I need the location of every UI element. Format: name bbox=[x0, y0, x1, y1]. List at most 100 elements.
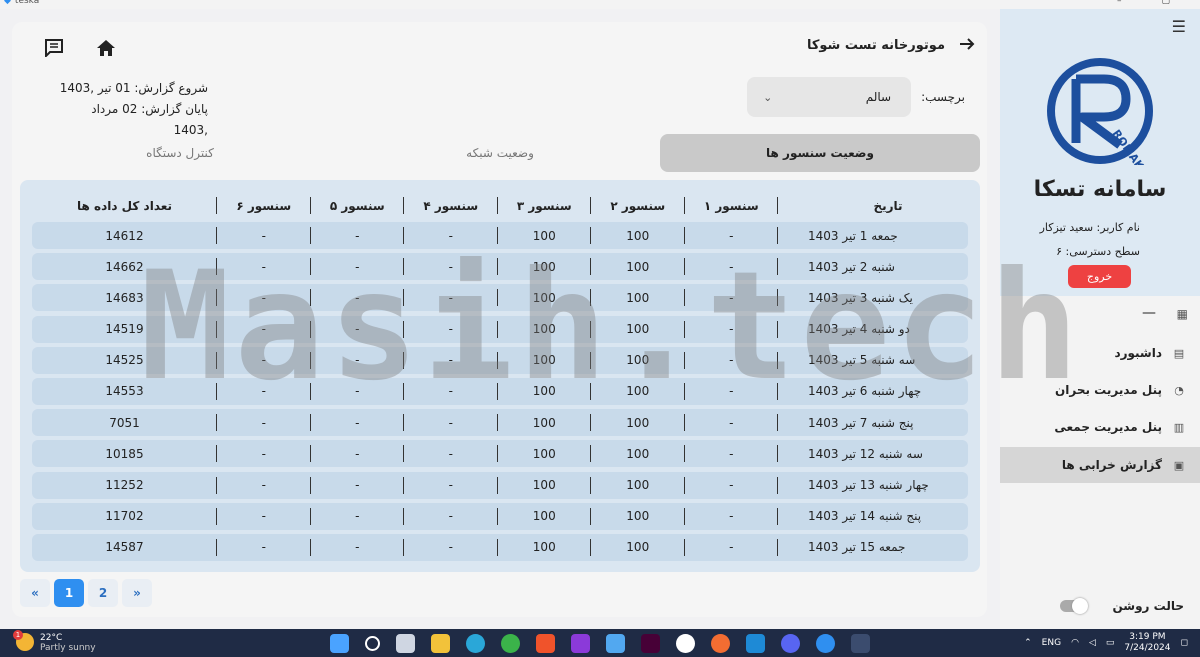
table-cell-value: - bbox=[448, 322, 453, 337]
tab-device-control[interactable]: کنترل دستگاه bbox=[20, 134, 340, 172]
pagination-page[interactable]: 1 bbox=[54, 579, 84, 607]
table-cell: سه شنبه 5 تیر 1403 bbox=[778, 347, 968, 374]
page-title: موتورخانه تست شوکا bbox=[806, 38, 945, 53]
table-cell: 100 bbox=[591, 440, 685, 467]
flutter-icon[interactable] bbox=[851, 634, 870, 653]
message-icon[interactable] bbox=[42, 36, 66, 60]
language-indicator[interactable]: ENG bbox=[1042, 638, 1061, 648]
table-cell: 100 bbox=[498, 253, 592, 280]
table-row: یک شنبه 3 تیر 1403 - 100 100 - - - 14683 bbox=[32, 284, 968, 312]
column-header: سنسور ۵ bbox=[311, 196, 405, 216]
tab-sensor-status[interactable]: وضعیت سنسور ها bbox=[660, 134, 980, 172]
pagination-page[interactable]: 2 bbox=[88, 579, 118, 607]
sidebar-item-dashboard[interactable]: ▤ داشبورد bbox=[1000, 335, 1200, 371]
battery-icon[interactable]: ▭ bbox=[1106, 638, 1115, 648]
volume-icon[interactable]: ◁ bbox=[1089, 638, 1096, 648]
column-header-label: سنسور ۱ bbox=[703, 199, 759, 213]
pagination-next[interactable]: » bbox=[122, 579, 152, 607]
search-icon[interactable] bbox=[365, 636, 380, 651]
chrome-icon[interactable] bbox=[501, 634, 520, 653]
github-icon[interactable] bbox=[676, 634, 695, 653]
weather-widget[interactable]: 1 22°C Partly sunny bbox=[13, 630, 96, 653]
table-cell-value: - bbox=[729, 415, 734, 430]
media-player-icon[interactable] bbox=[571, 634, 590, 653]
table-cell: - bbox=[685, 378, 779, 405]
table-cell-value: 100 bbox=[626, 290, 650, 305]
table-cell: 14525 bbox=[32, 347, 217, 374]
table-cell-value: - bbox=[729, 322, 734, 337]
table-cell: - bbox=[685, 503, 779, 530]
logout-button[interactable]: خروج bbox=[1068, 265, 1131, 288]
theme-toggle[interactable] bbox=[1060, 598, 1089, 614]
table-cell-value: شنبه 2 تیر 1403 bbox=[808, 259, 895, 274]
system-title: سامانه تسکا bbox=[1033, 177, 1167, 202]
wifi-icon[interactable]: ◠ bbox=[1071, 638, 1079, 648]
table-cell-value: - bbox=[448, 290, 453, 305]
table-cell-value: - bbox=[729, 353, 734, 368]
discord-icon[interactable] bbox=[781, 634, 800, 653]
weather-desc: Partly sunny bbox=[40, 643, 96, 653]
task-view-icon[interactable] bbox=[396, 634, 415, 653]
table-cell-value: 100 bbox=[532, 322, 556, 337]
table-cell: یک شنبه 3 تیر 1403 bbox=[778, 284, 968, 311]
xd-icon[interactable] bbox=[641, 634, 660, 653]
tag-select[interactable]: سالم ⌄ bbox=[747, 77, 912, 117]
table-cell: - bbox=[685, 284, 779, 311]
table-row: دو شنبه 4 تیر 1403 - 100 100 - - - 14519 bbox=[32, 315, 968, 343]
table-cell: 100 bbox=[591, 534, 685, 561]
column-header-label: سنسور ۴ bbox=[423, 199, 479, 213]
grid-icon[interactable]: ▦ bbox=[1177, 307, 1188, 321]
table-cell: 10185 bbox=[32, 440, 217, 467]
table-cell: - bbox=[311, 503, 405, 530]
sidebar-item-fault-reports[interactable]: ▣ گزارش خرابی ها bbox=[1000, 447, 1200, 483]
table-cell: - bbox=[217, 378, 311, 405]
table-cell-value: 100 bbox=[626, 259, 650, 274]
table-cell-value: 14587 bbox=[105, 540, 144, 555]
pagination-prev[interactable]: « bbox=[20, 579, 50, 607]
home-icon[interactable] bbox=[94, 36, 118, 60]
table-cell: 100 bbox=[591, 347, 685, 374]
table-cell: 14683 bbox=[32, 284, 217, 311]
table-cell-value: 100 bbox=[626, 540, 650, 555]
clock[interactable]: 3:19 PM 7/24/2024 bbox=[1124, 632, 1170, 654]
table-cell: 100 bbox=[498, 503, 592, 530]
postman-icon[interactable] bbox=[711, 634, 730, 653]
vpn-icon[interactable] bbox=[816, 634, 835, 653]
table-cell-value: - bbox=[261, 415, 266, 430]
app-name: teska bbox=[14, 0, 40, 6]
table-cell-value: یک شنبه 3 تیر 1403 bbox=[808, 290, 913, 305]
start-icon[interactable] bbox=[330, 634, 349, 653]
edge-icon[interactable] bbox=[466, 634, 485, 653]
table-cell: - bbox=[685, 253, 779, 280]
sidebar-item-collective-panel[interactable]: ▥ پنل مدیریت جمعی bbox=[1000, 409, 1200, 445]
table-cell-value: - bbox=[261, 228, 266, 243]
table-cell-value: - bbox=[729, 290, 734, 305]
sidebar-item-crisis-panel[interactable]: ◔ پنل مدیریت بحران bbox=[1000, 372, 1200, 408]
table-cell: 100 bbox=[498, 222, 592, 249]
theme-row: حالت روشن bbox=[1000, 594, 1200, 618]
arrow-right-icon[interactable] bbox=[959, 36, 975, 55]
file-explorer-icon[interactable] bbox=[431, 634, 450, 653]
maximize-icon[interactable]: ▢ bbox=[1161, 0, 1170, 6]
table-cell-value: - bbox=[355, 353, 360, 368]
table-header: تاریخ سنسور ۱ سنسور ۲ سنسور ۳ سنسور ۴ سنسور ۵… bbox=[20, 196, 980, 216]
notifications-icon[interactable]: ◻ bbox=[1181, 638, 1188, 648]
table-cell-value: - bbox=[729, 540, 734, 555]
table-cell: - bbox=[404, 253, 498, 280]
table-cell-value: 100 bbox=[532, 290, 556, 305]
vscode-icon[interactable] bbox=[746, 634, 765, 653]
table-cell: سه شنبه 12 تیر 1403 bbox=[778, 440, 968, 467]
column-header-label: تاریخ bbox=[873, 199, 903, 213]
minimize-icon[interactable]: – bbox=[1117, 0, 1122, 6]
brave-icon[interactable] bbox=[536, 634, 555, 653]
table-cell: 100 bbox=[591, 284, 685, 311]
tab-network-status[interactable]: وضعیت شبکه bbox=[340, 134, 660, 172]
photos-icon[interactable] bbox=[606, 634, 625, 653]
table-cell-value: پنج شنبه 7 تیر 1403 bbox=[808, 415, 914, 430]
table-cell-value: - bbox=[729, 509, 734, 524]
chevron-up-icon[interactable]: ⌃ bbox=[1024, 638, 1032, 648]
column-header-label: سنسور ۵ bbox=[329, 199, 385, 213]
menu-icon[interactable]: ☰ bbox=[1172, 17, 1186, 36]
collapse-icon[interactable]: — bbox=[1142, 305, 1156, 321]
table-cell-value: - bbox=[355, 384, 360, 399]
